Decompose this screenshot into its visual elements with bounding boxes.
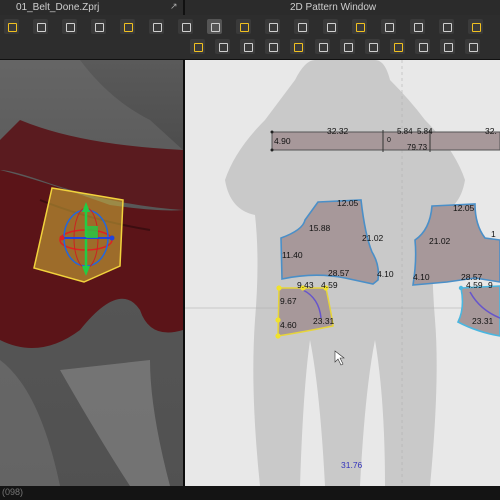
pocket-side-measure: 9.67 [280, 296, 297, 306]
3d-scene [0, 60, 183, 486]
belt-left-measure: 4.90 [274, 136, 291, 146]
pattern-point[interactable] [270, 130, 274, 134]
left-inner-measure: 15.88 [309, 223, 331, 233]
move-icon[interactable] [207, 19, 222, 34]
left-mid-measure: 21.02 [362, 233, 384, 243]
fold-icon[interactable] [120, 19, 135, 34]
right-pocket-pattern[interactable] [456, 285, 500, 337]
pin-icon[interactable] [91, 19, 106, 34]
rotate-icon[interactable] [178, 19, 193, 34]
button-icon[interactable] [365, 39, 380, 54]
tuck-icon[interactable] [265, 39, 280, 54]
edit-curve-icon[interactable] [294, 19, 309, 34]
arrange-icon[interactable] [149, 19, 164, 34]
fold-arrange-icon[interactable] [290, 39, 305, 54]
right-pocket-curve-measure: 23.31 [472, 316, 494, 326]
polygon-icon[interactable] [352, 19, 367, 34]
gear-icon[interactable] [468, 19, 483, 34]
segment-icon[interactable] [265, 19, 280, 34]
toolbar [0, 15, 500, 60]
window-divider [183, 0, 185, 15]
lasso-icon[interactable] [62, 19, 77, 34]
pocket-top-measure: 4.59 [321, 280, 338, 290]
pocket-bottom-measure: 4.60 [280, 320, 297, 330]
belt-small-measure: 0 [387, 137, 391, 144]
select-icon[interactable] [4, 19, 19, 34]
project-title: 01_Belt_Done.Zprj [16, 2, 100, 13]
circle-icon[interactable] [410, 19, 425, 34]
right-side-measure: 4.10 [413, 272, 430, 282]
free-sew-icon[interactable] [215, 39, 230, 54]
left-side-measure: 11.40 [282, 250, 303, 260]
highlight-icon[interactable] [465, 39, 480, 54]
belt-mid-measure: 5.84 [417, 127, 433, 136]
garment-icon[interactable] [340, 39, 355, 54]
right-pocket-top-measure: 9 [488, 280, 493, 290]
belt-mid-measure: 5.84 [397, 127, 413, 136]
left-corner-measure: 4.10 [377, 269, 394, 279]
expand-icon[interactable]: ↗ [170, 1, 180, 11]
transform-icon[interactable] [33, 19, 48, 34]
3d-garment-viewport[interactable] [0, 60, 183, 486]
bottom-measure: 31.76 [341, 460, 363, 470]
pattern-point[interactable] [270, 148, 274, 152]
2d-pattern-canvas[interactable]: 4.90 32.32 5.84 5.84 0 79.73 32. 12.05 1… [185, 60, 500, 486]
pocket-curve-measure: 23.31 [313, 316, 335, 326]
right-edge-measure: 1 [491, 229, 496, 239]
sew-icon[interactable] [190, 39, 205, 54]
left-bottom-measure: 28.57 [328, 268, 350, 278]
internal-shape-icon[interactable] [439, 19, 454, 34]
pattern-window-title: 2D Pattern Window [290, 2, 377, 13]
avatar-icon[interactable] [315, 39, 330, 54]
pattern-point[interactable] [276, 285, 282, 291]
belt-right-measure: 32. [485, 126, 497, 136]
pattern-point[interactable] [275, 333, 281, 339]
pattern-point[interactable] [458, 285, 464, 291]
pattern-scene: 4.90 32.32 5.84 5.84 0 79.73 32. 12.05 1… [185, 60, 500, 486]
rectangle-icon[interactable] [381, 19, 396, 34]
gizmo-dot[interactable] [109, 235, 115, 241]
status-bar: (098) [0, 486, 500, 500]
right-mid-measure: 21.02 [429, 236, 451, 246]
zipper-icon[interactable] [390, 39, 405, 54]
belt-top-measure: 32.32 [327, 126, 349, 136]
status-text: (098) [2, 487, 24, 497]
point-icon[interactable] [236, 19, 251, 34]
title-bar: 01_Belt_Done.Zprj ↗ 2D Pattern Window [0, 0, 500, 15]
belt-bottom-measure: 79.73 [407, 143, 428, 152]
left-top-measure: 12.05 [337, 198, 359, 208]
curve-point-icon[interactable] [323, 19, 338, 34]
belt-pattern[interactable] [271, 131, 500, 151]
grain-icon[interactable] [415, 39, 430, 54]
gizmo-dot[interactable] [59, 235, 65, 241]
plane-handle[interactable] [86, 226, 98, 238]
right-top-measure: 12.05 [453, 203, 475, 213]
segment-sew-icon[interactable] [240, 39, 255, 54]
fabric-icon[interactable] [440, 39, 455, 54]
pocket-top-measure: 9.43 [297, 280, 314, 290]
right-pocket-top-measure: 4.59 [466, 280, 483, 290]
